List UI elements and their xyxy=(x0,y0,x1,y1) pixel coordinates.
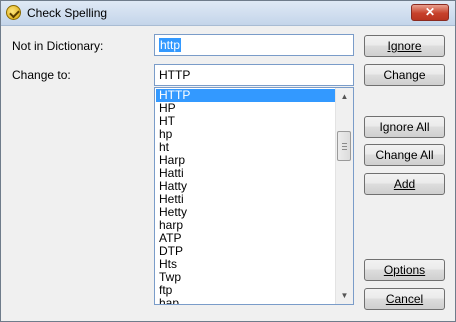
suggestion-item[interactable]: ATP xyxy=(156,232,336,245)
suggestion-item[interactable]: hp xyxy=(156,128,336,141)
change-to-field[interactable]: HTTP xyxy=(154,64,354,86)
add-button[interactable]: Add xyxy=(364,173,445,195)
scroll-thumb[interactable] xyxy=(337,131,351,161)
suggestion-item[interactable]: DTP xyxy=(156,245,336,258)
close-button[interactable]: ✕ xyxy=(411,4,449,21)
check-spelling-dialog: Check Spelling ✕ Not in Dictionary: http… xyxy=(0,0,456,322)
suggestion-item[interactable]: ftp xyxy=(156,284,336,297)
grip-line xyxy=(342,143,347,144)
change-to-label: Change to: xyxy=(12,68,71,82)
change-button-label: Change xyxy=(383,68,426,82)
options-button-label: Options xyxy=(383,263,426,277)
change-all-button[interactable]: Change All xyxy=(364,144,445,166)
change-all-button-label: Change All xyxy=(375,148,434,162)
cancel-button[interactable]: Cancel xyxy=(364,288,445,310)
suggestion-item[interactable]: Hetty xyxy=(156,206,336,219)
title-bar[interactable]: Check Spelling ✕ xyxy=(1,1,455,26)
suggestion-item[interactable]: HTTP xyxy=(156,89,335,102)
scroll-up-icon[interactable]: ▲ xyxy=(336,88,353,105)
ignore-button[interactable]: Ignore xyxy=(364,35,445,57)
app-icon xyxy=(6,5,21,20)
suggestions-listbox[interactable]: HTTP HP HT hp ht Harp Hatti Hatty Hetti Hetty harp… xyxy=(154,87,354,305)
scroll-down-icon[interactable]: ▼ xyxy=(336,287,353,304)
suggestion-item[interactable]: HP xyxy=(156,102,336,115)
suggestion-item[interactable]: hap xyxy=(156,297,336,305)
window-title: Check Spelling xyxy=(27,6,108,20)
grip-line xyxy=(342,146,347,147)
suggestion-item[interactable]: HT xyxy=(156,115,336,128)
suggestion-item[interactable]: harp xyxy=(156,219,336,232)
suggestion-item[interactable]: Hts xyxy=(156,258,336,271)
suggestion-item[interactable]: Twp xyxy=(156,271,336,284)
not-in-dictionary-label: Not in Dictionary: xyxy=(12,39,104,53)
ignore-all-button-label: Ignore All xyxy=(379,120,430,134)
cancel-button-label: Cancel xyxy=(385,292,424,306)
add-button-label: Add xyxy=(393,177,416,191)
change-button[interactable]: Change xyxy=(364,64,445,86)
suggestions-list: HTTP HP HT hp ht Harp Hatti Hatty Hetti Hetty harp… xyxy=(156,89,336,305)
suggestions-scrollbar[interactable]: ▲ ▼ xyxy=(335,88,353,304)
options-button[interactable]: Options xyxy=(364,259,445,281)
close-icon: ✕ xyxy=(424,5,436,19)
ignore-all-button[interactable]: Ignore All xyxy=(364,116,445,138)
misspelled-word: http xyxy=(159,38,182,52)
not-in-dictionary-field[interactable]: http xyxy=(154,34,354,56)
ignore-button-label: Ignore xyxy=(387,39,422,53)
grip-line xyxy=(342,149,347,150)
